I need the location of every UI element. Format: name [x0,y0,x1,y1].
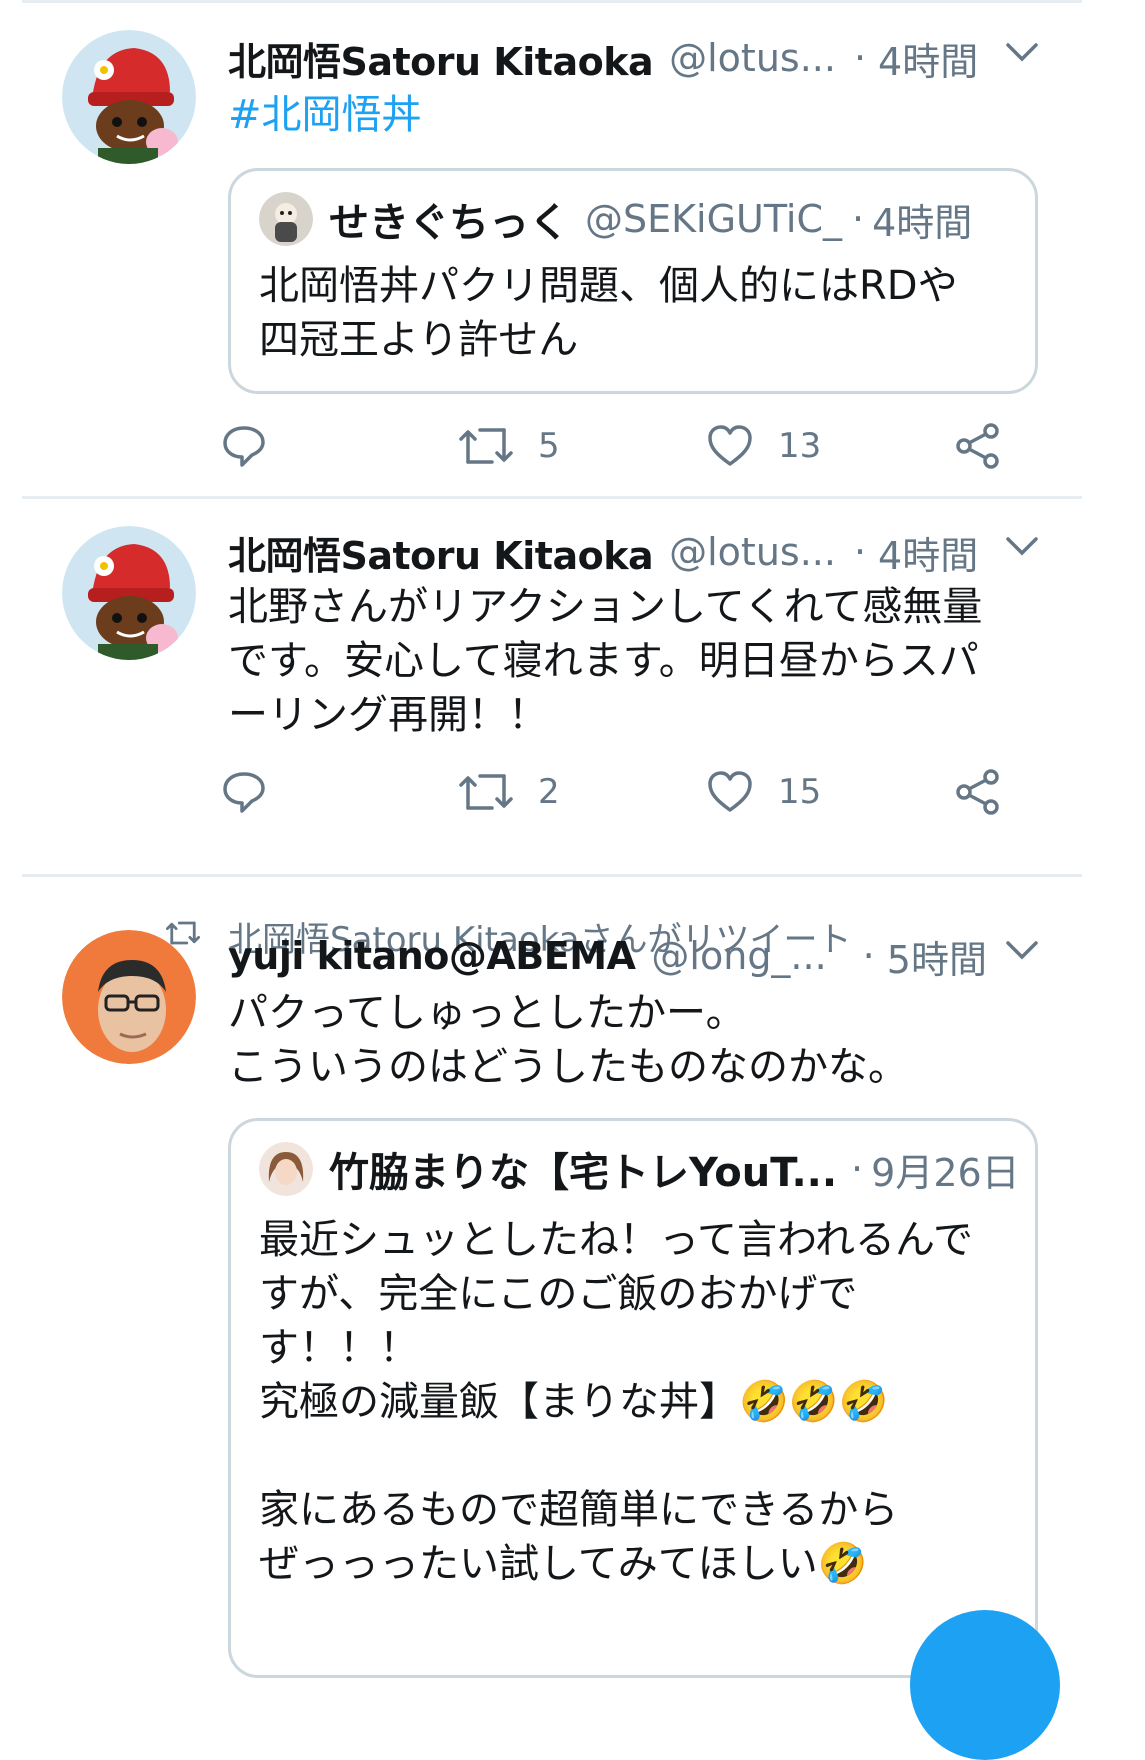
separator-dot: · [853,530,867,574]
chevron-down-icon[interactable] [1005,940,1039,962]
tweet-header: 北岡悟Satoru Kitaoka @lotus... · 4時間 [228,30,978,86]
quoted-display-name: 竹脇まりな【宅トレYouT... [329,1150,838,1196]
retweet-icon [459,774,513,810]
share-button[interactable] [954,762,1002,822]
separator-dot: · [851,1147,864,1191]
tweet-text: 北野さんがリアクションしてくれて感無量 です。安心して寝れます。明日昼からスパ … [228,584,983,738]
quoted-display-name: せきぐちっく [329,200,569,246]
tweet-actions: 2 15 [223,762,1048,822]
avatar[interactable] [62,526,196,660]
share-button[interactable] [954,416,1002,476]
display-name[interactable]: 北岡悟Satoru Kitaoka [228,525,654,580]
retweet-count: 5 [538,426,560,466]
reply-button[interactable] [220,762,268,822]
like-count: 15 [778,772,822,812]
reply-icon [223,426,265,467]
user-handle[interactable]: @lotus... [669,530,836,574]
tweet-text: パクってしゅっとしたかー。 こういうのはどうしたものなのかな。 [228,990,908,1090]
top-divider [22,0,1082,3]
quoted-avatar [259,192,313,246]
timestamp[interactable]: 5時間 [887,929,987,984]
share-icon [956,423,999,469]
retweet-icon [459,428,513,464]
display-name[interactable]: yuji kitano@ABEMA [228,934,636,978]
like-button[interactable]: 13 [706,416,821,476]
quoted-timestamp: 9月26日 [871,1150,1020,1195]
quoted-tweet-text: 最近シュッとしたね！って言われるんで すが、完全にこのご飯のおかげで す！！！ … [259,1217,973,1587]
quoted-tweet[interactable]: 竹脇まりな【宅トレYouT... · 9月26日 最近シュッとしたね！って言われ… [228,1118,1038,1678]
like-count: 13 [778,426,822,466]
like-icon [708,771,752,812]
retweet-count: 2 [538,772,560,812]
user-handle[interactable]: @lotus... [669,36,836,80]
like-icon [708,425,752,466]
user-handle[interactable]: @long_... [651,934,826,978]
quoted-user-handle: @SEKiGUTiC_ [585,197,843,241]
quoted-tweet[interactable]: せきぐちっく @SEKiGUTiC_ · 4時間 北岡悟丼パクリ問題、個人的には… [228,168,1038,394]
tweet-text: #北岡悟丼 [228,88,422,142]
tweet-divider [22,496,1082,499]
quoted-tweet-header: せきぐちっく @SEKiGUTiC_ · 4時間 [259,189,972,249]
retweet-button[interactable]: 2 [458,762,560,822]
retweet-button[interactable]: 5 [458,416,560,476]
quoted-timestamp: 4時間 [872,200,973,245]
separator-dot: · [862,934,875,978]
reply-icon [223,772,265,813]
display-name[interactable]: 北岡悟Satoru Kitaoka [228,31,654,86]
separator-dot: · [853,36,867,80]
chevron-down-icon[interactable] [1005,42,1039,64]
tweet-actions: 5 13 [223,416,1048,476]
hashtag-link[interactable]: #北岡悟丼 [228,92,422,138]
tweet-divider [22,874,1082,877]
avatar[interactable] [62,930,196,1064]
tweet-header: 北岡悟Satoru Kitaoka @lotus... · 4時間 [228,524,978,580]
quoted-tweet-header: 竹脇まりな【宅トレYouT... · 9月26日 [259,1139,1020,1199]
share-icon [956,769,999,815]
quoted-avatar [259,1142,313,1196]
quoted-tweet-text: 北岡悟丼パクリ問題、個人的にはRDや 四冠王より許せん [259,263,958,363]
reply-button[interactable] [220,416,268,476]
tweet-header: yuji kitano@ABEMA @long_... · 5時間 [228,928,987,984]
timestamp[interactable]: 4時間 [878,31,978,86]
timestamp[interactable]: 4時間 [878,525,978,580]
compose-tweet-button[interactable] [910,1610,1060,1760]
separator-dot: · [852,197,865,241]
avatar[interactable] [62,30,196,164]
like-button[interactable]: 15 [706,762,821,822]
chevron-down-icon[interactable] [1005,536,1039,558]
